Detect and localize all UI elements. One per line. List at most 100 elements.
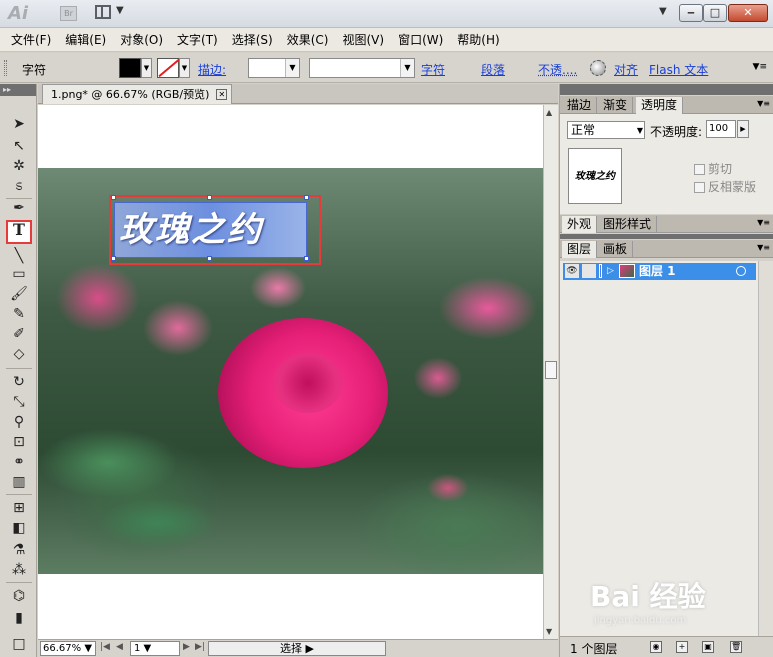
eyedropper-tool-icon[interactable]: ⚗: [8, 540, 30, 560]
selection-handle[interactable]: [207, 195, 212, 200]
pen-tool-icon[interactable]: ✒: [8, 198, 30, 218]
rectangle-tool-icon[interactable]: ▭: [8, 264, 30, 284]
new-sublayer-icon[interactable]: +: [676, 641, 688, 653]
panel-menu-icon[interactable]: ▼≡: [757, 218, 770, 227]
clip-checkbox[interactable]: 剪切: [694, 160, 764, 177]
delete-layer-icon[interactable]: 🗑: [730, 641, 742, 653]
panel-menu-icon[interactable]: ▼≡: [757, 243, 770, 252]
tab-graphic-styles[interactable]: 图形样式: [598, 216, 658, 233]
make-clipping-mask-icon[interactable]: ◉: [650, 641, 662, 653]
fill-dropdown-icon[interactable]: ▼: [141, 58, 152, 78]
chevron-down-icon[interactable]: ▼: [285, 59, 299, 77]
opacity-input[interactable]: 100: [706, 120, 736, 138]
blend-mode-select[interactable]: 正常 ▼: [567, 121, 645, 139]
tab-stroke[interactable]: 描边: [562, 97, 598, 114]
stroke-link[interactable]: 描边:: [198, 61, 226, 78]
rotate-tool-icon[interactable]: ↻: [8, 372, 30, 392]
tab-layers[interactable]: 图层: [562, 241, 598, 258]
symbol-sprayer-tool-icon[interactable]: ⌬: [8, 586, 30, 606]
mesh-tool-icon[interactable]: ⊞: [8, 498, 30, 518]
eye-icon[interactable]: 👁: [565, 264, 579, 278]
character-link[interactable]: 字符: [421, 61, 445, 78]
next-page-icon[interactable]: ▶: [183, 642, 190, 652]
menu-file[interactable]: 文件(F): [4, 31, 58, 48]
first-page-icon[interactable]: |◀: [100, 642, 110, 652]
close-icon[interactable]: ✕: [216, 89, 228, 100]
paintbrush-tool-icon[interactable]: 🖌: [8, 284, 30, 304]
arrange-documents-icon[interactable]: [95, 5, 111, 19]
pencil-tool-icon[interactable]: ✎: [8, 304, 30, 324]
tab-transparency[interactable]: 透明度: [636, 97, 684, 114]
menu-view[interactable]: 视图(V): [335, 31, 391, 48]
line-tool-icon[interactable]: ╲: [8, 246, 30, 266]
scroll-up-icon[interactable]: ▲: [546, 108, 552, 117]
flash-text-link[interactable]: Flash 文本: [649, 61, 708, 78]
tab-appearance[interactable]: 外观: [562, 216, 598, 233]
panel-menu-icon[interactable]: ▼≡: [757, 99, 770, 108]
bridge-icon[interactable]: Br: [60, 6, 77, 21]
gradient-tool-icon[interactable]: ◧: [8, 518, 30, 538]
magic-wand-tool-icon[interactable]: ✲: [8, 156, 30, 176]
minimize-button[interactable]: ‒: [679, 4, 703, 22]
maximize-button[interactable]: □: [703, 4, 727, 22]
selection-handle[interactable]: [207, 256, 212, 261]
page-field[interactable]: 1 ▼: [130, 641, 180, 656]
recolor-icon[interactable]: [590, 60, 606, 76]
selection-handle[interactable]: [304, 256, 309, 261]
last-page-icon[interactable]: ▶|: [195, 642, 205, 652]
chevron-down-icon[interactable]: ▼: [116, 5, 124, 16]
layer-row[interactable]: 👁 ▷ 图层 1: [563, 263, 756, 280]
status-mode[interactable]: 选择 ▶: [208, 641, 386, 656]
scroll-thumb[interactable]: [545, 361, 557, 379]
vertical-scrollbar[interactable]: ▲ ▼: [543, 105, 558, 639]
style-field[interactable]: ▼: [309, 58, 415, 78]
panel-collapse-bar[interactable]: [560, 84, 773, 95]
direct-selection-tool-icon[interactable]: ↖: [8, 136, 30, 156]
invert-mask-checkbox[interactable]: 反相蒙版: [694, 178, 764, 195]
selection-handle[interactable]: [304, 195, 309, 200]
tab-artboards[interactable]: 画板: [598, 241, 634, 258]
panel-collapse-icon[interactable]: ▸▸: [0, 84, 36, 96]
scale-tool-icon[interactable]: ⤡: [8, 392, 30, 412]
menu-edit[interactable]: 编辑(E): [58, 31, 113, 48]
lasso-tool-icon[interactable]: ಽ: [8, 176, 30, 196]
align-link[interactable]: 对齐: [614, 61, 638, 78]
menu-object[interactable]: 对象(O): [113, 31, 170, 48]
eraser-tool-icon[interactable]: ◇: [8, 344, 30, 364]
graph-tool-icon[interactable]: ▥: [8, 472, 30, 492]
panel-menu-icon[interactable]: ▼≡: [753, 62, 767, 72]
document-tab[interactable]: 1.png* @ 66.67% (RGB/预览) ✕: [42, 84, 233, 104]
stroke-weight-field[interactable]: ▼: [248, 58, 300, 78]
artboard-tool-icon[interactable]: □: [8, 634, 30, 654]
stroke-color-swatch[interactable]: [157, 58, 179, 78]
column-graph-tool-icon[interactable]: ▮: [8, 608, 30, 628]
selection-handle[interactable]: [111, 256, 116, 261]
menu-help[interactable]: 帮助(H): [450, 31, 506, 48]
tab-gradient[interactable]: 渐变: [598, 97, 634, 114]
lock-toggle[interactable]: [582, 264, 596, 278]
type-tool-icon[interactable]: T: [6, 220, 32, 244]
shape-builder-tool-icon[interactable]: ⚭: [8, 452, 30, 472]
opacity-link[interactable]: 不透....: [538, 61, 577, 78]
selection-tool-icon[interactable]: ➤: [8, 114, 30, 134]
zoom-field[interactable]: 66.67% ▼: [40, 641, 96, 656]
stroke-dropdown-icon[interactable]: ▼: [179, 58, 190, 78]
menu-window[interactable]: 窗口(W): [391, 31, 450, 48]
close-button[interactable]: ✕: [728, 4, 768, 22]
transparency-thumbnail[interactable]: 玫瑰之约: [568, 148, 622, 204]
warp-tool-icon[interactable]: ⚲: [8, 412, 30, 432]
artboard-canvas[interactable]: 玫瑰之约: [38, 105, 543, 639]
chevron-down-icon[interactable]: ▼: [400, 59, 414, 77]
blob-brush-tool-icon[interactable]: ✐: [8, 324, 30, 344]
panel-grip[interactable]: [4, 60, 7, 76]
paragraph-link[interactable]: 段落: [481, 61, 505, 78]
target-icon[interactable]: [736, 266, 746, 276]
previous-page-icon[interactable]: ◀: [116, 642, 123, 652]
blend-tool-icon[interactable]: ⁂: [8, 560, 30, 580]
fill-color-swatch[interactable]: [119, 58, 141, 78]
workspace-menu-icon[interactable]: ▼: [659, 6, 667, 17]
menu-type[interactable]: 文字(T): [170, 31, 225, 48]
menu-effect[interactable]: 效果(C): [280, 31, 336, 48]
menu-select[interactable]: 选择(S): [225, 31, 280, 48]
rose-title-text[interactable]: 玫瑰之约: [114, 202, 307, 258]
